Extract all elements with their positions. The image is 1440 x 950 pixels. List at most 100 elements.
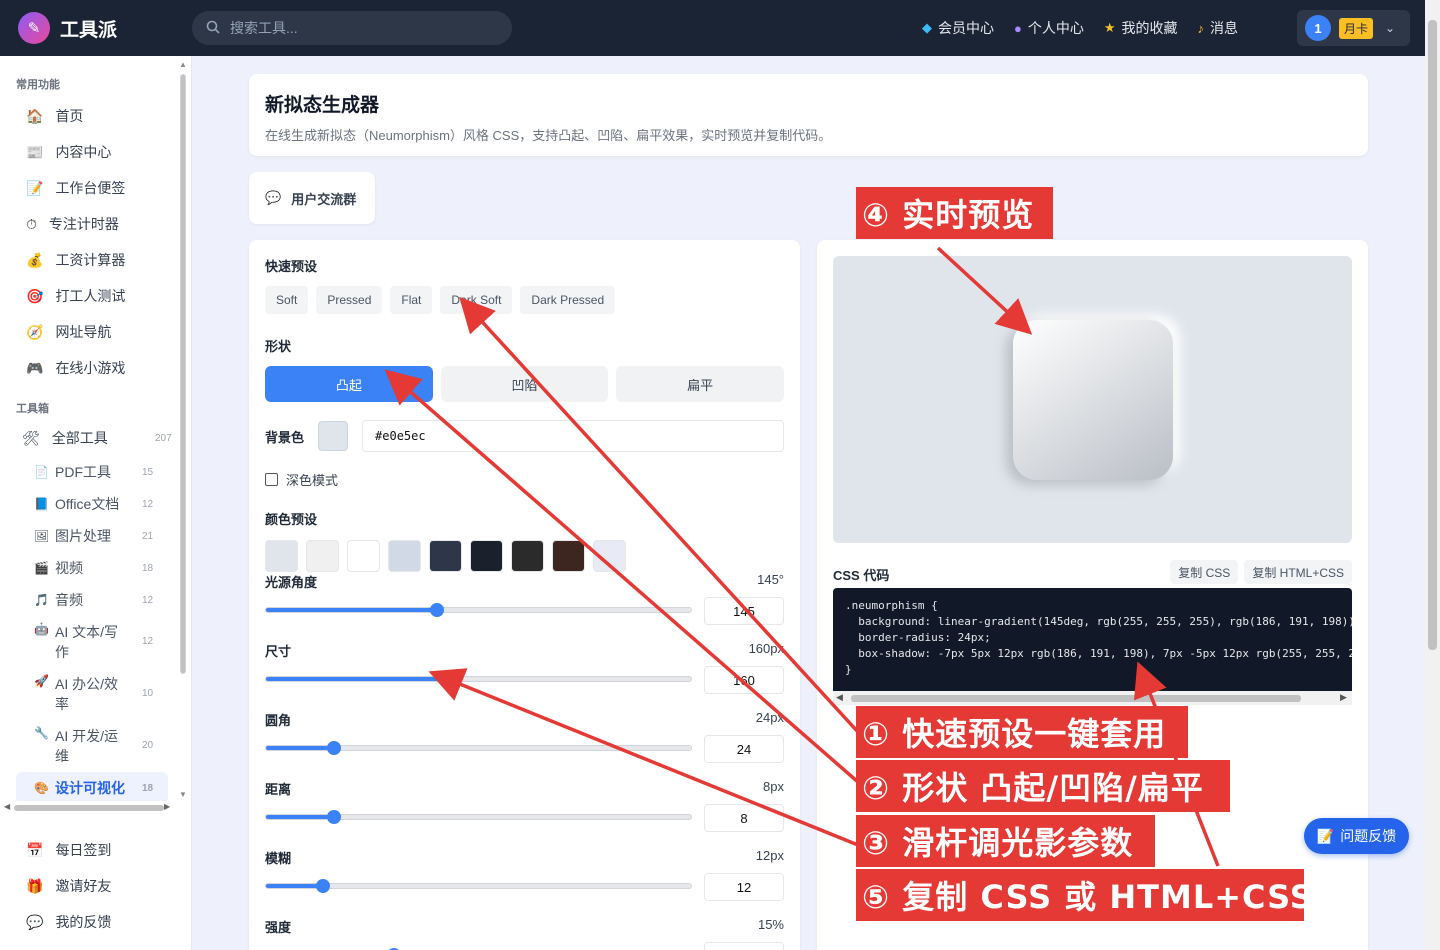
sidebar-ai-tool-2[interactable]: 🔧 AI 开发/运维 20 bbox=[0, 720, 176, 772]
sidebar-bottom-item-2[interactable]: 💬 我的反馈 bbox=[0, 904, 176, 940]
sidebar-hscrollbar[interactable]: ◀ ▶ bbox=[2, 802, 176, 814]
preset-button-4[interactable]: Dark Pressed bbox=[520, 286, 616, 314]
sidebar-bottom: 📅 每日签到 🎁 邀请好友 💬 我的反馈 bbox=[0, 832, 176, 940]
dark-mode-row[interactable]: 深色模式 bbox=[265, 470, 784, 489]
slider-track[interactable] bbox=[265, 603, 692, 617]
preset-button-2[interactable]: Flat bbox=[390, 286, 433, 314]
sidebar-item-6[interactable]: 🧭 网址导航 bbox=[0, 314, 176, 350]
color-preset-6[interactable] bbox=[511, 540, 544, 572]
color-preset-4[interactable] bbox=[429, 540, 462, 572]
slider-track[interactable] bbox=[265, 741, 692, 755]
user-group-button[interactable]: 💬 用户交流群 bbox=[249, 172, 375, 224]
bg-color-input[interactable] bbox=[362, 420, 784, 452]
nav-favorites[interactable]: ★ 我的收藏 bbox=[1104, 18, 1178, 38]
nav-membership[interactable]: ◆ 会员中心 bbox=[922, 18, 994, 38]
user-icon: ● bbox=[1014, 20, 1022, 36]
page-scrollbar-thumb[interactable] bbox=[1428, 20, 1437, 650]
slider-track[interactable] bbox=[265, 672, 692, 686]
slider-number-input[interactable]: 15 bbox=[704, 942, 784, 950]
slider-handle[interactable] bbox=[327, 810, 341, 824]
nav-messages[interactable]: ♪ 消息 bbox=[1198, 18, 1239, 38]
sidebar-tool-4[interactable]: 🎵 音频 12 bbox=[0, 584, 176, 616]
sidebar-item-label: 图片处理 bbox=[55, 528, 111, 544]
preset-button-0[interactable]: Soft bbox=[265, 286, 309, 314]
user-menu[interactable]: 1 月卡 ⌄ bbox=[1297, 10, 1410, 46]
sidebar-bottom-item-1[interactable]: 🎁 邀请好友 bbox=[0, 868, 176, 904]
slider-number-input[interactable]: 8 bbox=[704, 804, 784, 832]
color-preset-1[interactable] bbox=[306, 540, 339, 572]
hscrollbar-thumb[interactable] bbox=[14, 805, 164, 811]
copy-css-button[interactable]: 复制 CSS bbox=[1170, 560, 1239, 584]
color-preset-0[interactable] bbox=[265, 540, 298, 572]
sidebar-ai-tool-0[interactable]: 🤖 AI 文本/写作 12 bbox=[0, 616, 176, 668]
slider-number-input[interactable]: 145 bbox=[704, 597, 784, 625]
color-preset-3[interactable] bbox=[388, 540, 421, 572]
scroll-right-icon[interactable]: ▶ bbox=[1340, 692, 1347, 703]
preset-button-3[interactable]: Dark Soft bbox=[440, 286, 513, 314]
sidebar-item-0[interactable]: 🏠 首页 bbox=[0, 98, 176, 134]
sidebar-item-1[interactable]: 📰 内容中心 bbox=[0, 134, 176, 170]
slider-handle[interactable] bbox=[446, 672, 460, 686]
color-preset-2[interactable] bbox=[347, 540, 380, 572]
search-input[interactable] bbox=[230, 20, 480, 36]
slider-number-input[interactable]: 24 bbox=[704, 735, 784, 763]
slider-number-input[interactable]: 160 bbox=[704, 666, 784, 694]
preset-button-1[interactable]: Pressed bbox=[316, 286, 383, 314]
slider-number-input[interactable]: 12 bbox=[704, 873, 784, 901]
slider-track[interactable] bbox=[265, 810, 692, 824]
scrollbar-thumb[interactable] bbox=[180, 74, 186, 674]
slider-track[interactable] bbox=[265, 879, 692, 893]
rocket-icon: 🚀 bbox=[34, 674, 49, 688]
scroll-down-icon[interactable]: ▼ bbox=[178, 790, 188, 799]
shape-button-1[interactable]: 凹陷 bbox=[440, 366, 609, 402]
sidebar-item-design[interactable]: 🎨 设计可视化 18 bbox=[16, 772, 168, 801]
sidebar-item-label: 内容中心 bbox=[55, 144, 112, 160]
bg-color-picker[interactable] bbox=[318, 421, 349, 451]
sidebar-bottom-item-0[interactable]: 📅 每日签到 bbox=[0, 832, 176, 868]
slider-handle[interactable] bbox=[315, 879, 330, 893]
sidebar-tool-0[interactable]: 📄 PDF工具 15 bbox=[0, 456, 176, 488]
slider-handle[interactable] bbox=[327, 741, 341, 755]
css-code-block[interactable]: .neumorphism { background: linear-gradie… bbox=[833, 588, 1352, 691]
shape-button-0[interactable]: 凸起 bbox=[265, 366, 433, 402]
feedback-button[interactable]: 📝 问题反馈 bbox=[1304, 818, 1409, 854]
sidebar-item-label: 音频 bbox=[55, 592, 83, 608]
word-icon: 📘 bbox=[34, 497, 49, 511]
sidebar-ai-tool-1[interactable]: 🚀 AI 办公/效率 10 bbox=[0, 668, 176, 720]
slider-handle[interactable] bbox=[430, 603, 445, 617]
scroll-left-icon[interactable]: ◀ bbox=[836, 692, 843, 703]
scroll-right-icon[interactable]: ▶ bbox=[164, 802, 170, 811]
sidebar-item-all-tools[interactable]: 🛠 全部工具 207 bbox=[0, 420, 176, 456]
sidebar-count: 18 bbox=[142, 782, 154, 794]
shape-button-2[interactable]: 扁平 bbox=[616, 366, 785, 402]
annotation-presets: ① 快速预设一键套用 bbox=[856, 706, 1188, 758]
slider-row: 24 bbox=[265, 735, 784, 771]
color-preset-8[interactable] bbox=[593, 540, 626, 572]
dark-mode-checkbox[interactable] bbox=[265, 473, 278, 486]
sidebar-item-7[interactable]: 🎮 在线小游戏 bbox=[0, 350, 176, 386]
sidebar-tool-2[interactable]: 🖼 图片处理 21 bbox=[0, 520, 176, 552]
sidebar-item-5[interactable]: 🎯 打工人测试 bbox=[0, 278, 176, 314]
sidebar-tool-3[interactable]: 🎬 视频 18 bbox=[0, 552, 176, 584]
scroll-up-icon[interactable]: ▲ bbox=[178, 60, 188, 69]
sidebar-item-3[interactable]: ⏱ 专注计时器 bbox=[0, 206, 176, 242]
sidebar-tool-1[interactable]: 📘 Office文档 12 bbox=[0, 488, 176, 520]
copy-html-css-button[interactable]: 复制 HTML+CSS bbox=[1244, 560, 1352, 584]
search-box[interactable] bbox=[192, 11, 512, 45]
page-scrollbar[interactable] bbox=[1425, 0, 1440, 950]
sidebar-item-2[interactable]: 📝 工作台便签 bbox=[0, 170, 176, 206]
nav-profile[interactable]: ● 个人中心 bbox=[1014, 18, 1084, 38]
color-preset-7[interactable] bbox=[552, 540, 585, 572]
color-preset-5[interactable] bbox=[470, 540, 503, 572]
sidebar-item-4[interactable]: 💰 工资计算器 bbox=[0, 242, 176, 278]
slider-2: 圆角 24px 24 bbox=[265, 710, 784, 771]
sidebar-count: 18 bbox=[142, 562, 154, 574]
code-hscrollbar[interactable]: ◀ ▶ bbox=[833, 691, 1352, 705]
sidebar-scrollbar[interactable]: ▲ ▼ bbox=[178, 60, 188, 800]
code-hscrollbar-thumb[interactable] bbox=[851, 695, 1301, 702]
calendar-icon: 📅 bbox=[26, 841, 44, 858]
scroll-left-icon[interactable]: ◀ bbox=[4, 802, 10, 811]
sidebar-scroll[interactable]: 常用功能 🏠 首页 📰 内容中心 📝 工作台便签 ⏱ 专注计时器 💰 工资计算器 🎯 打工人测试 🧭 网址… bbox=[0, 56, 176, 801]
top-nav: ◆ 会员中心 ● 个人中心 ★ 我的收藏 ♪ 消息 bbox=[922, 0, 1238, 56]
brand-logo[interactable]: ✎ 工具派 bbox=[18, 12, 117, 44]
